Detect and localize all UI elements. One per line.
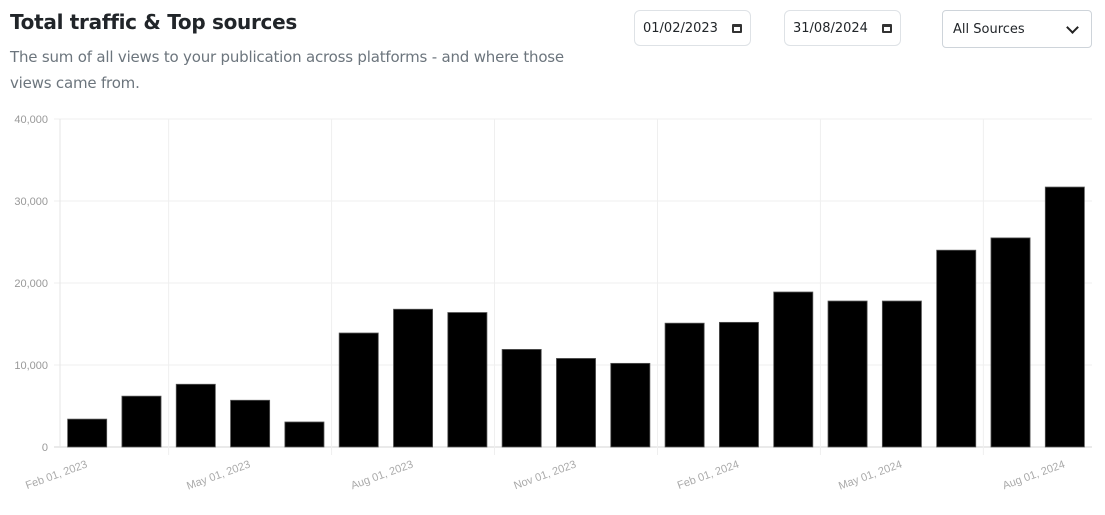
bar-mar-2024[interactable]: [773, 291, 814, 448]
chevron-down-icon: [1066, 20, 1079, 34]
bar-feb-2023[interactable]: [67, 418, 108, 448]
source-select-value: All Sources: [953, 21, 1025, 37]
page-title: Total traffic & Top sources: [10, 10, 297, 34]
bars: [67, 186, 1085, 448]
end-date-input[interactable]: 31/08/2024: [784, 10, 901, 46]
bar-oct-2023[interactable]: [501, 349, 542, 448]
bar-aug-2023[interactable]: [393, 308, 434, 448]
bar-jul-2024[interactable]: [990, 237, 1031, 448]
bar-dec-2023[interactable]: [610, 362, 651, 448]
x-tick-label: May 01, 2023: [185, 459, 252, 493]
x-tick-label: May 01, 2024: [837, 459, 904, 493]
x-tick-label: Aug 01, 2024: [1001, 459, 1067, 493]
traffic-bar-chart: 0 10,000 20,000 30,000 40,000 Feb 01, 2023 Ma…: [14, 114, 1092, 493]
bar-nov-2023[interactable]: [556, 358, 596, 448]
x-axis-ticks: Feb 01, 2023 May 01, 2023 Aug 01, 2023 Nov …: [24, 459, 1067, 493]
x-tick-label: Feb 01, 2024: [676, 459, 741, 492]
bar-mar-2023[interactable]: [121, 395, 162, 448]
source-select[interactable]: All Sources: [942, 10, 1092, 48]
x-tick-label: Feb 01, 2023: [24, 459, 89, 492]
calendar-icon[interactable]: [732, 23, 742, 33]
bar-apr-2023[interactable]: [175, 383, 216, 448]
bar-jun-2024[interactable]: [936, 249, 977, 448]
y-tick-label: 40,000: [14, 114, 48, 126]
y-tick-label: 10,000: [14, 360, 48, 372]
calendar-icon[interactable]: [882, 23, 892, 33]
bar-apr-2024[interactable]: [827, 300, 868, 448]
page-subtitle: The sum of all views to your publication…: [10, 48, 564, 92]
y-tick-label: 20,000: [14, 278, 48, 290]
start-date-input[interactable]: 01/02/2023: [634, 10, 751, 46]
bar-sep-2023[interactable]: [447, 312, 488, 448]
bar-jun-2023[interactable]: [284, 421, 325, 448]
x-tick-label: Aug 01, 2023: [349, 459, 415, 493]
start-date-value: 01/02/2023: [643, 20, 718, 36]
bar-jan-2024[interactable]: [664, 322, 705, 448]
bar-feb-2024[interactable]: [718, 321, 759, 448]
y-axis-ticks: 0 10,000 20,000 30,000 40,000: [14, 114, 48, 454]
bar-may-2024[interactable]: [881, 300, 922, 448]
bar-may-2023[interactable]: [230, 399, 271, 448]
bar-jul-2023[interactable]: [338, 332, 379, 448]
bar-aug-2024[interactable]: [1044, 186, 1085, 448]
x-tick-label: Nov 01, 2023: [512, 459, 578, 493]
y-tick-label: 30,000: [14, 196, 48, 208]
y-tick-label: 0: [42, 442, 48, 454]
end-date-value: 31/08/2024: [793, 20, 868, 36]
